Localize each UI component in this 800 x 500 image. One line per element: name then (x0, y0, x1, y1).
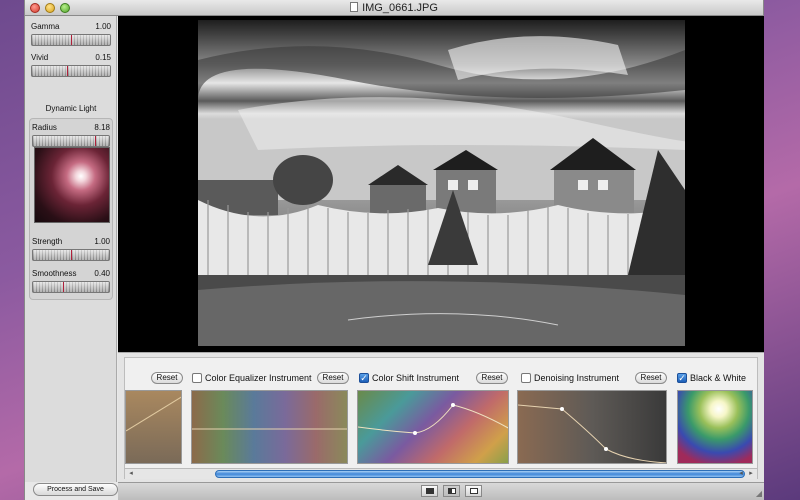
color-shift-tile[interactable] (357, 390, 509, 464)
radius-param: Radius 8.18 (32, 123, 110, 147)
instruments-scrollbar[interactable]: ◂ ◂ ▸ (125, 468, 757, 479)
instruments-panel: Reset Color Equalizer Instrument Reset ✓… (118, 352, 764, 482)
bottom-toolbar: ◢ (118, 482, 764, 500)
gamma-label: Gamma (31, 22, 60, 31)
strength-label: Strength (32, 237, 63, 246)
strength-slider[interactable] (32, 249, 110, 261)
vivid-value: 0.15 (95, 53, 111, 62)
instruments-frame: Reset Color Equalizer Instrument Reset ✓… (124, 357, 758, 479)
scroll-left-arrow-icon[interactable]: ◂ (737, 470, 745, 478)
color-equalizer-label: Color Equalizer Instrument (205, 373, 312, 383)
radius-slider-mark[interactable] (95, 136, 97, 146)
black-white-label: Black & White (690, 373, 747, 383)
smoothness-slider[interactable] (32, 281, 110, 293)
black-white-checkbox[interactable]: ✓ (677, 373, 687, 383)
black-white-tile[interactable] (677, 390, 753, 464)
vivid-param: Vivid 0.15 (31, 53, 111, 77)
view-original-button[interactable] (465, 485, 482, 497)
radius-value: 8.18 (94, 123, 110, 132)
color-equalizer-graph (192, 428, 347, 430)
dynamic-light-title: Dynamic Light (45, 104, 97, 113)
view-split-icon (448, 488, 456, 494)
view-original-icon (470, 488, 478, 494)
strength-param: Strength 1.00 (32, 237, 110, 261)
strength-slider-mark[interactable] (71, 250, 72, 260)
radius-slider[interactable] (32, 135, 110, 147)
photo-preview (198, 20, 685, 346)
gamma-param: Gamma 1.00 (31, 22, 111, 46)
smoothness-param: Smoothness 0.40 (32, 269, 110, 293)
reset-button-1[interactable]: Reset (151, 372, 183, 384)
light-position-preview[interactable] (34, 147, 110, 223)
radius-label: Radius (32, 123, 57, 132)
resize-grip-icon[interactable]: ◢ (756, 489, 762, 498)
scroll-right-arrow-icon[interactable]: ▸ (747, 470, 755, 478)
strength-value: 1.00 (94, 237, 110, 246)
process-and-save-button[interactable]: Process and Save (33, 483, 118, 496)
vivid-slider-mark[interactable] (67, 66, 69, 76)
window-title-wrap: IMG_0661.JPG (25, 2, 763, 14)
gamma-slider-mark[interactable] (71, 35, 72, 45)
color-shift-checkbox[interactable]: ✓ (359, 373, 369, 383)
view-single-button[interactable] (421, 485, 438, 497)
vivid-slider[interactable] (31, 65, 111, 77)
color-shift-label: Color Shift Instrument (372, 373, 460, 383)
smoothness-label: Smoothness (32, 269, 77, 278)
document-icon (350, 2, 359, 12)
title-bar[interactable]: IMG_0661.JPG (25, 0, 763, 16)
adjustments-sidebar: Gamma 1.00 Vivid 0.15 Dynamic Light Radius… (25, 16, 117, 482)
color-shift-graph (358, 403, 508, 435)
gamma-slider[interactable] (31, 34, 111, 46)
reset-button-color-equalizer[interactable]: Reset (317, 372, 349, 384)
view-split-button[interactable] (443, 485, 460, 497)
image-canvas[interactable] (118, 16, 764, 352)
smoothness-value: 0.40 (94, 269, 110, 278)
photo-image (198, 20, 685, 346)
curve-tile-1[interactable] (125, 390, 182, 464)
reset-button-color-shift[interactable]: Reset (476, 372, 508, 384)
smoothness-slider-mark[interactable] (63, 282, 65, 292)
denoising-label: Denoising Instrument (534, 373, 620, 383)
color-equalizer-tile[interactable] (191, 390, 348, 464)
curve-1-graph (126, 396, 181, 432)
gamma-value: 1.00 (95, 22, 111, 31)
app-window: IMG_0661.JPG Gamma 1.00 Vivid 0.15 Dynamic… (24, 0, 764, 500)
scroll-thumb[interactable] (215, 470, 745, 478)
window-title: IMG_0661.JPG (362, 2, 438, 14)
view-single-icon (426, 488, 434, 494)
denoising-tile[interactable] (517, 390, 667, 464)
scroll-left-end[interactable]: ◂ (127, 470, 135, 478)
color-equalizer-checkbox[interactable] (192, 373, 202, 383)
vivid-label: Vivid (31, 53, 49, 62)
denoising-checkbox[interactable] (521, 373, 531, 383)
reset-button-denoising[interactable]: Reset (635, 372, 667, 384)
denoising-graph (518, 404, 666, 463)
dynamic-light-panel: Radius 8.18 Strength 1.00 Smoothness 0.40 (29, 118, 113, 300)
